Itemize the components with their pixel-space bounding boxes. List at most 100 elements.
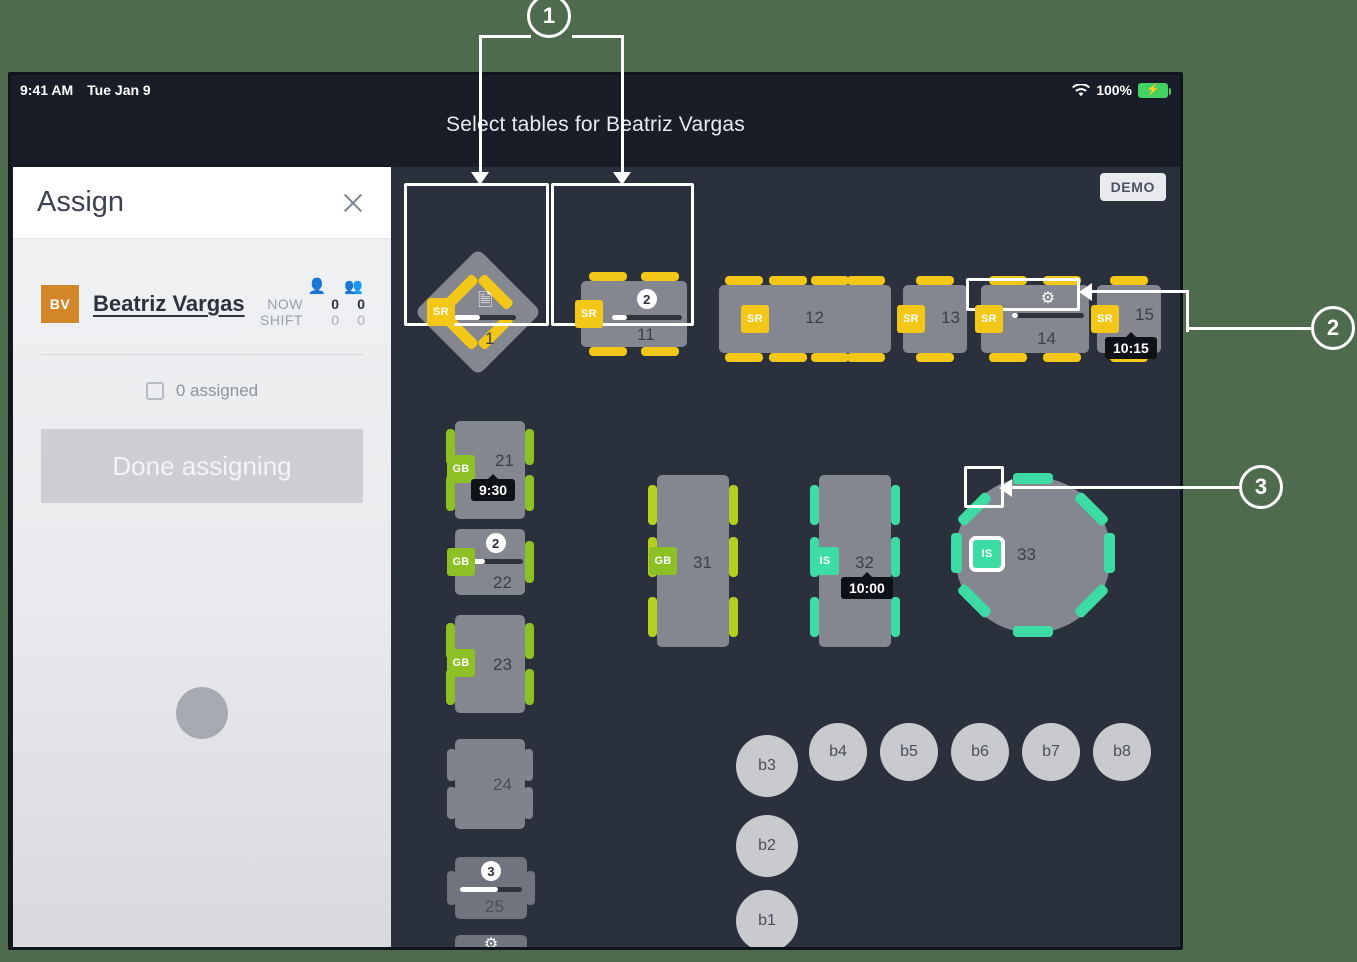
table-12-server-badge[interactable]: SR (741, 305, 769, 333)
table-31-server-badge[interactable]: GB (649, 547, 677, 575)
chair (1043, 276, 1081, 285)
bar-seat-b2[interactable]: b2 (736, 815, 798, 877)
table-12[interactable]: SR 12 (719, 276, 891, 362)
status-bar: 9:41 AM Tue Jan 9 100% ⚡ (11, 75, 1180, 105)
table-15[interactable]: SR 15 10:15 (1091, 276, 1161, 362)
chair (891, 597, 900, 637)
table-11-server-badge[interactable]: SR (575, 300, 603, 328)
table-14[interactable]: SR ⚙ 14 (975, 276, 1089, 362)
table-23-number: 23 (493, 655, 512, 674)
bar-seat-b4[interactable]: b4 (809, 723, 867, 781)
assign-panel-header: Assign (13, 167, 391, 239)
table-1[interactable]: SR 🗎 1 (414, 248, 542, 376)
table-33-number: 33 (1017, 545, 1036, 564)
assigned-count-label: 0 assigned (175, 381, 259, 400)
chair (891, 537, 900, 577)
chair (810, 485, 819, 525)
dirty-icon: ⚙ (483, 936, 499, 950)
table-31-number: 31 (693, 553, 712, 572)
table-1-server-badge[interactable]: SR (427, 298, 455, 326)
table-13-number: 13 (941, 308, 960, 327)
chair (729, 485, 738, 525)
bar-seat-b5[interactable]: b5 (880, 723, 938, 781)
chair (447, 871, 456, 905)
chair (1110, 276, 1148, 285)
bar-seat-b6[interactable]: b6 (951, 723, 1009, 781)
chair (810, 597, 819, 637)
table-32-server-badge[interactable]: IS (811, 547, 839, 575)
status-bar-date: Tue Jan 9 (87, 82, 151, 98)
callout-3: 3 (1239, 465, 1283, 509)
table-22-status: 2 (468, 533, 523, 564)
table-33-server-badge[interactable]: IS (969, 536, 1005, 572)
server-row[interactable]: BV Beatriz Vargas 👤 👥 NOW 0 0 SHIFT 0 0 (13, 239, 391, 328)
table-22[interactable]: GB 2 22 (447, 529, 534, 595)
chair (1104, 533, 1115, 573)
table-26[interactable]: ⚙ 26 (455, 935, 527, 950)
table-22-server-badge[interactable]: GB (447, 548, 475, 576)
page-title: Select tables for Beatriz Vargas (446, 113, 745, 136)
person-icon: 👤 (307, 278, 327, 295)
progress-bar (460, 887, 522, 892)
table-21[interactable]: GB 21 9:30 (446, 421, 534, 519)
bar-seat-b3[interactable]: b3 (736, 735, 798, 797)
avatar: BV (41, 284, 79, 323)
chair (989, 353, 1027, 362)
table-24-surface (455, 739, 525, 829)
table-21-server-badge[interactable]: GB (447, 455, 475, 483)
chair (1013, 473, 1053, 484)
assigned-count-row: 0 assigned (13, 355, 391, 401)
progress-bar (611, 315, 682, 320)
chair (811, 353, 849, 362)
table-23[interactable]: GB 23 (446, 615, 534, 713)
server-name[interactable]: Beatriz Vargas (93, 291, 245, 317)
callout-2: 2 (1311, 306, 1355, 350)
chair (916, 353, 954, 362)
callout-1: 1 (527, 0, 571, 38)
battery-charging-icon: ⚡ (1138, 82, 1171, 98)
people-icon: 👥 (344, 278, 363, 295)
bar-seat-b7[interactable]: b7 (1022, 723, 1080, 781)
table-24[interactable]: 24 (447, 739, 533, 829)
demo-badge: DEMO (1099, 173, 1166, 201)
progress-bar (468, 559, 523, 564)
table-25-number: 25 (485, 897, 504, 916)
battery-percent: 100% (1096, 82, 1132, 98)
close-icon[interactable] (339, 189, 367, 217)
progress-bar (1011, 313, 1084, 318)
table-25-status: 3 (460, 861, 522, 892)
tablet-device: 9:41 AM Tue Jan 9 100% ⚡ Select tables f… (8, 72, 1183, 950)
table-23-server-badge[interactable]: GB (447, 649, 475, 677)
chair (525, 623, 534, 659)
table-31[interactable]: GB 31 (648, 475, 738, 647)
bar-seat-b8[interactable]: b8 (1093, 723, 1151, 781)
leader-line (481, 35, 531, 38)
chair (729, 597, 738, 637)
chair (524, 787, 533, 819)
table-14-status: ⚙ (1011, 291, 1084, 318)
assign-panel-title: Assign (37, 186, 125, 218)
table-26-status: ⚙ (460, 936, 522, 950)
table-32-time-chip: 10:00 (841, 572, 893, 599)
table-14-number: 14 (1037, 329, 1056, 348)
table-11[interactable]: SR 2 11 (575, 272, 687, 356)
bar-seat-b1[interactable]: b1 (736, 890, 798, 947)
table-33[interactable]: IS 33 (951, 473, 1115, 637)
table-32[interactable]: IS 32 10:00 (810, 475, 900, 647)
leader-line (1186, 290, 1189, 332)
status-bar-time: 9:41 AM (20, 82, 74, 98)
now-guests-value: 0 (331, 296, 339, 312)
table-13[interactable]: SR 13 (897, 276, 967, 362)
table-15-number: 15 (1135, 305, 1154, 324)
guest-count: 3 (481, 861, 501, 881)
chair (447, 787, 456, 819)
table-14-server-badge[interactable]: SR (975, 305, 1003, 333)
table-12-number: 12 (805, 308, 824, 327)
table-15-server-badge[interactable]: SR (1091, 305, 1119, 333)
chair (525, 669, 534, 705)
table-25[interactable]: 3 25 (447, 857, 535, 919)
done-assigning-button[interactable]: Done assigning (41, 429, 363, 503)
table-13-server-badge[interactable]: SR (897, 305, 925, 333)
now-parties-value: 0 (357, 296, 365, 312)
chair (526, 871, 535, 905)
